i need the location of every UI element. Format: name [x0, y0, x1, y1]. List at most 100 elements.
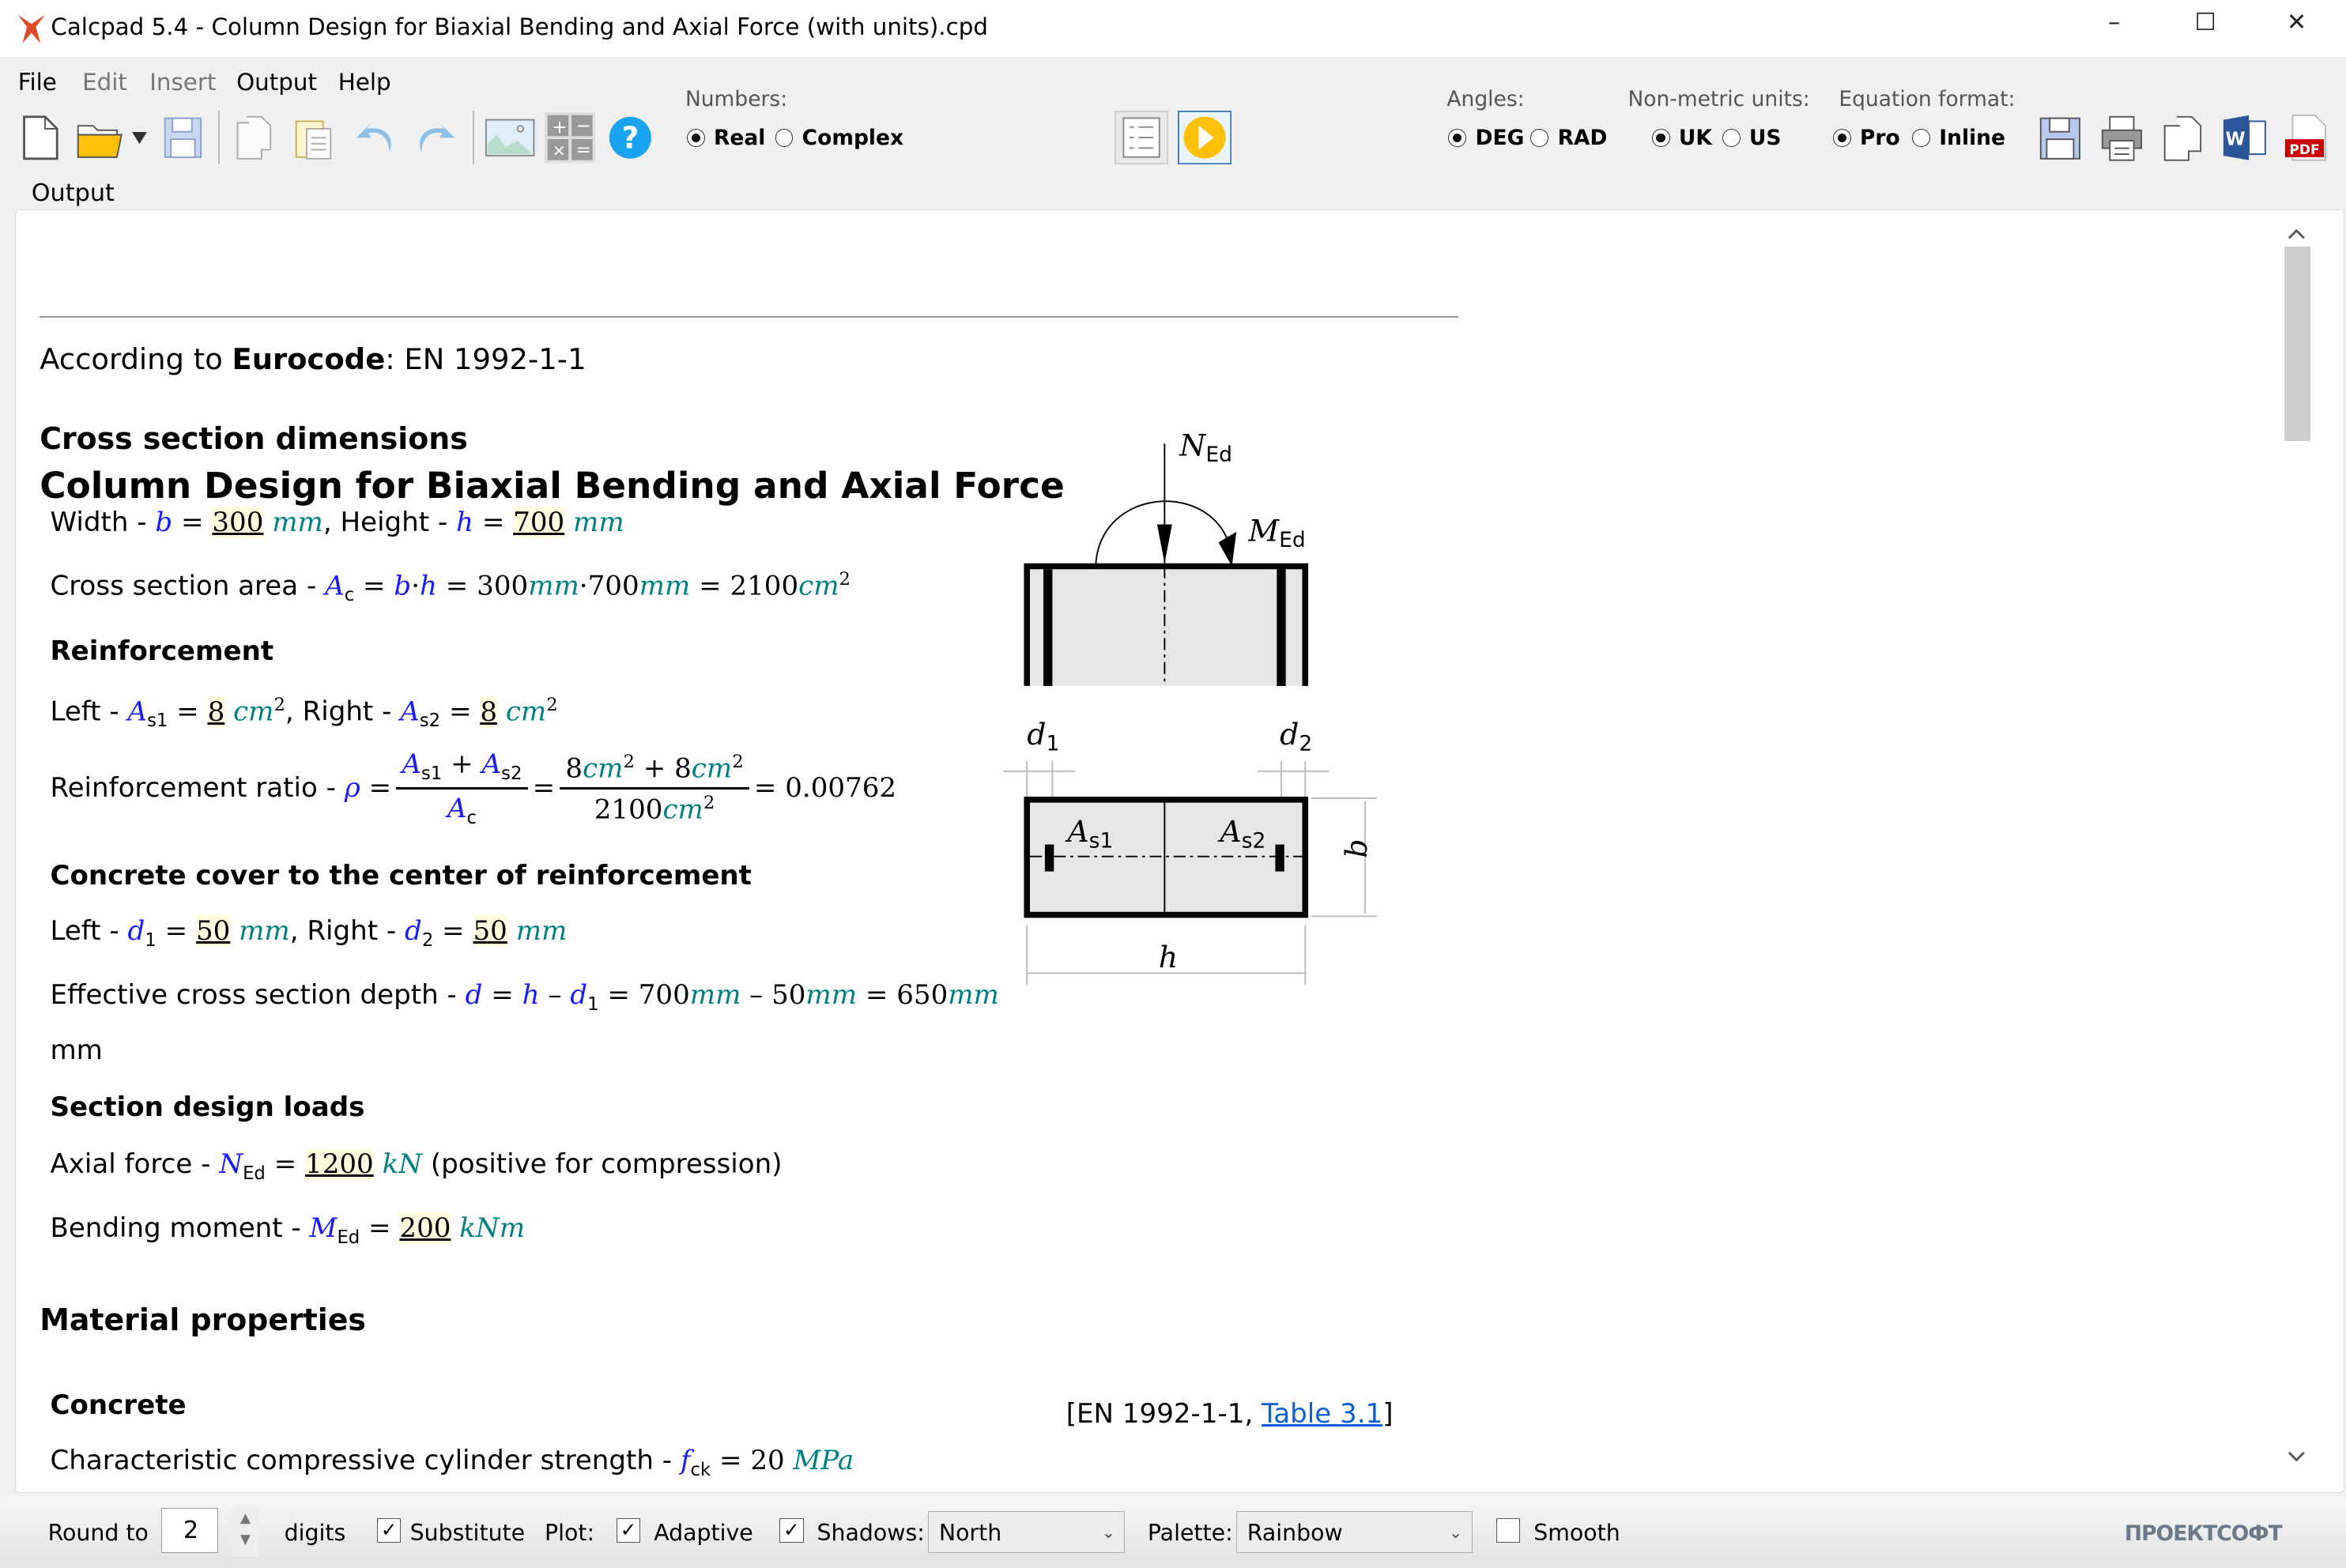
var: M — [309, 1212, 338, 1245]
menu-help[interactable]: Help — [338, 69, 391, 96]
scroll-down-icon[interactable] — [2288, 1451, 2306, 1463]
palette-select[interactable]: Rainbow ⌄ — [1235, 1510, 1473, 1553]
bending-moment-line: Bending moment - MEd = 200 kNm — [50, 1212, 525, 1248]
label-NEd: NEd — [1179, 428, 1233, 467]
output-content: Column Design for Biaxial Bending and Ax… — [16, 210, 2275, 1489]
label: Bending moment - — [50, 1212, 310, 1245]
sub: 1 — [145, 929, 157, 951]
op: = — [753, 772, 777, 805]
result: 650 — [896, 978, 949, 1011]
round-digits-input[interactable]: 2 — [161, 1508, 219, 1553]
input-ned[interactable]: 1200 — [305, 1148, 374, 1180]
input-as2[interactable]: 8 — [480, 695, 497, 728]
input-d2[interactable]: 50 — [473, 914, 507, 947]
sub: s2 — [419, 710, 441, 732]
units-uk-radio[interactable]: UK — [1651, 126, 1712, 150]
help-icon[interactable]: ? — [608, 114, 653, 162]
close-button[interactable]: ✕ — [2274, 9, 2319, 36]
title-divider — [40, 316, 1458, 318]
word-letter: W — [2225, 130, 2245, 150]
menu-file[interactable]: File — [18, 69, 57, 96]
shadows-checkbox[interactable]: ✓ — [779, 1518, 804, 1543]
elevation-section — [1027, 566, 1306, 686]
op: = — [368, 772, 392, 805]
smooth-checkbox[interactable] — [1495, 1518, 1521, 1543]
image-icon[interactable] — [485, 114, 535, 162]
chevron-down-icon: ⌄ — [1101, 1522, 1116, 1542]
save-icon[interactable] — [160, 114, 206, 162]
label: Characteristic compressive cylinder stre… — [50, 1444, 681, 1476]
redo-icon[interactable] — [413, 114, 458, 162]
input-h[interactable]: 700 — [513, 506, 565, 538]
pdf-icon[interactable]: PDF — [2284, 114, 2329, 162]
sub: Ed — [337, 1227, 360, 1249]
maximize-button[interactable]: ☐ — [2183, 9, 2228, 36]
unit: mm — [239, 914, 290, 947]
var: d — [405, 914, 422, 947]
arrow-head — [1218, 531, 1237, 567]
print-icon[interactable] — [2099, 114, 2144, 162]
num: 20 — [750, 1444, 785, 1476]
text: : EN 1992-1-1 — [385, 341, 586, 376]
unit: mm — [639, 570, 691, 602]
new-file-icon[interactable] — [18, 114, 63, 162]
rebar-as1 — [1045, 844, 1054, 872]
angles-deg-radio[interactable]: DEG — [1448, 126, 1524, 150]
area-line: Cross section area - Ac = b·h = 300mm·70… — [50, 569, 851, 605]
num: 8 — [674, 752, 692, 785]
sub: ck — [690, 1459, 711, 1480]
shadows-select[interactable]: North ⌄ — [927, 1510, 1126, 1553]
save-html-icon[interactable] — [2038, 114, 2083, 162]
adaptive-label: Adaptive — [654, 1520, 753, 1547]
menu-output[interactable]: Output — [236, 69, 317, 96]
unit: MPa — [793, 1444, 854, 1476]
numbers-real-radio[interactable]: Real — [686, 126, 765, 150]
radio-label: UK — [1678, 126, 1712, 150]
undo-icon[interactable] — [353, 114, 398, 162]
unit: cm — [662, 793, 703, 826]
smooth-label: Smooth — [1533, 1520, 1620, 1547]
sup: 2 — [732, 751, 744, 772]
eqformat-inline-radio[interactable]: Inline — [1912, 126, 2005, 150]
adaptive-checkbox[interactable]: ✓ — [616, 1518, 641, 1543]
numbers-complex-radio[interactable]: Complex — [775, 126, 903, 150]
menu-edit[interactable]: Edit — [82, 69, 127, 96]
op: = — [181, 506, 204, 538]
minimize-button[interactable]: – — [2091, 9, 2137, 36]
dropdown-arrow-icon[interactable] — [131, 131, 147, 144]
eqformat-pro-radio[interactable]: Pro — [1832, 126, 1900, 150]
form-view-icon[interactable] — [1115, 111, 1169, 165]
cross-section-diagram: NEd MEd d1 d2 As1 As2 b h — [1003, 428, 1378, 986]
palette-value: Rainbow — [1247, 1519, 1343, 1546]
run-icon[interactable] — [1177, 111, 1231, 165]
input-as1[interactable]: 8 — [207, 695, 225, 728]
substitute-checkbox[interactable]: ✓ — [377, 1518, 402, 1543]
copy-output-icon[interactable] — [2160, 114, 2205, 162]
scroll-up-icon[interactable] — [2288, 228, 2306, 239]
open-folder-icon[interactable] — [75, 114, 126, 162]
label-d2: d2 — [1280, 717, 1312, 756]
digits-label: digits — [284, 1520, 346, 1547]
num: 300 — [477, 570, 529, 602]
heading-reinforcement: Reinforcement — [50, 635, 274, 667]
proektsoft-logo: ПРОЕКТСОФТ — [2124, 1521, 2283, 1547]
effective-depth-unit: mm — [50, 1034, 103, 1066]
copy-icon[interactable] — [232, 114, 277, 162]
input-med[interactable]: 200 — [399, 1212, 451, 1245]
units-label: Non-metric units: — [1627, 86, 1810, 111]
input-d1[interactable]: 50 — [195, 914, 231, 947]
angles-rad-radio[interactable]: RAD — [1530, 126, 1608, 150]
menu-insert[interactable]: Insert — [149, 69, 216, 96]
paste-icon[interactable] — [292, 114, 337, 162]
round-spinner[interactable]: ▲ ▼ — [232, 1508, 259, 1556]
op: = — [176, 695, 199, 728]
word-icon[interactable]: W — [2222, 114, 2267, 162]
unit: mm — [689, 978, 741, 1011]
var: h — [420, 570, 437, 602]
units-us-radio[interactable]: US — [1722, 126, 1781, 150]
table-link[interactable]: Table 3.1 — [1262, 1398, 1382, 1430]
var: N — [219, 1148, 243, 1180]
scrollbar-thumb[interactable] — [2284, 247, 2310, 442]
input-b[interactable]: 300 — [212, 506, 264, 538]
calculator-icon[interactable]: + −× = — [545, 111, 596, 164]
